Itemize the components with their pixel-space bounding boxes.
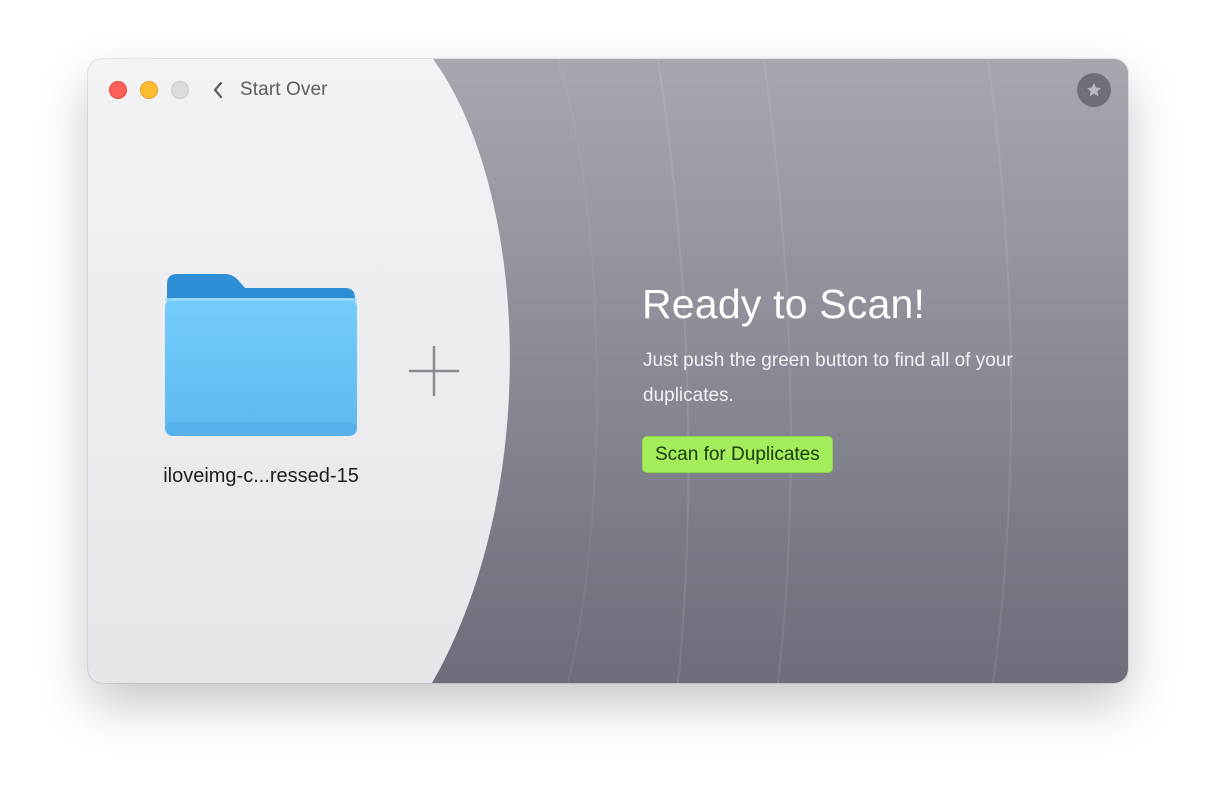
instruction-text: Just push the green button to find all o…	[643, 350, 1013, 406]
chevron-left-icon	[213, 81, 223, 99]
close-button[interactable]	[109, 81, 127, 99]
star-icon	[1086, 82, 1102, 97]
scan-for-duplicates-button[interactable]: Scan for Duplicates	[642, 436, 833, 473]
folder-icon[interactable]	[163, 272, 359, 440]
start-over-label: Start Over	[240, 79, 328, 100]
page-title: Ready to Scan!	[642, 281, 926, 327]
favorite-button[interactable]	[1077, 73, 1111, 107]
start-over-button[interactable]: Start Over	[212, 76, 328, 104]
plus-icon[interactable]	[408, 345, 460, 397]
app-window: Start Over iloveimg-c...ressed-15 Ready …	[88, 59, 1128, 683]
zoom-button[interactable]	[171, 81, 189, 99]
minimize-button[interactable]	[140, 81, 158, 99]
folder-name: iloveimg-c...ressed-15	[163, 465, 359, 487]
